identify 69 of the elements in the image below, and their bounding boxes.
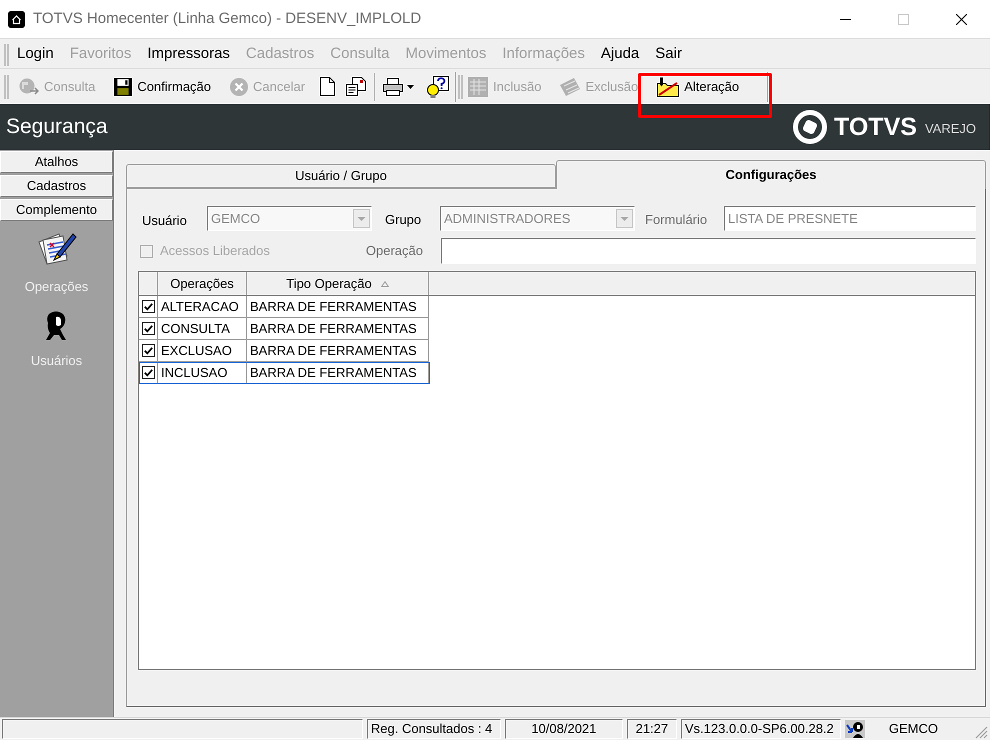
table-cell: BARRA DE FERRAMENTAS xyxy=(247,296,429,318)
checkbox-label: Acessos Liberados xyxy=(160,242,270,260)
person-icon xyxy=(44,310,68,340)
menu-item[interactable]: Ajuda xyxy=(592,43,648,66)
app-icon xyxy=(8,10,25,28)
table-cell: EXCLUSAO xyxy=(158,340,247,362)
toolbar-gripper[interactable] xyxy=(4,44,9,66)
table-cell: BARRA DE FERRAMENTAS xyxy=(247,318,429,340)
sidebar-section-button[interactable]: Complemento xyxy=(0,199,113,221)
sidebar-section-button[interactable]: Atalhos xyxy=(0,151,113,173)
table-cell: CONSULTA xyxy=(158,318,247,340)
cancel-icon xyxy=(230,78,248,96)
table-row[interactable]: CONSULTA BARRA DE FERRAMENTAS xyxy=(139,318,430,340)
status-panel: 10/08/2021 xyxy=(504,719,623,739)
checkbox[interactable] xyxy=(142,344,154,357)
brand-name: TOTVS xyxy=(834,114,917,140)
minimize-icon[interactable] xyxy=(840,18,850,20)
printer-icon xyxy=(383,78,404,96)
confirm-button[interactable]: Confirmação xyxy=(110,72,216,100)
globe-icon xyxy=(19,78,39,96)
check-icon xyxy=(144,302,152,310)
table-icon xyxy=(468,76,488,96)
brand-tagline: VAREJO xyxy=(924,122,976,135)
check-icon xyxy=(144,324,152,332)
resize-grip-icon[interactable] xyxy=(975,726,988,738)
tab[interactable]: Configurações xyxy=(556,160,986,189)
toolbar-gripper[interactable] xyxy=(4,74,9,98)
menu-item[interactable]: Impressoras xyxy=(139,43,238,66)
new-document-icon[interactable] xyxy=(320,77,336,96)
folder-pencil-icon xyxy=(657,76,680,96)
status-panel: Reg. Consultados : 4 xyxy=(366,719,501,739)
window-title: TOTVS Homecenter (Linha Gemco) - DESENV_IMPLOLD xyxy=(33,8,422,29)
checkbox[interactable] xyxy=(142,322,154,335)
table-row[interactable]: EXCLUSAO BARRA DE FERRAMENTAS xyxy=(139,340,430,362)
toolbar-gripper[interactable] xyxy=(458,74,464,98)
menu-item[interactable]: Sair xyxy=(647,43,690,66)
checkbox[interactable] xyxy=(142,366,154,379)
edit-button[interactable]: Alteração xyxy=(653,72,744,100)
status-panel: Vs.123.0.0.0-SP6.00.28.2 xyxy=(680,719,841,739)
checkbox[interactable] xyxy=(142,300,154,313)
check-icon xyxy=(144,368,152,376)
table-cell: BARRA DE FERRAMENTAS xyxy=(247,362,429,384)
user-name: GEMCO xyxy=(888,720,938,738)
status-panel: 21:27 xyxy=(626,719,677,739)
documents-pen-icon xyxy=(36,231,76,267)
document-icon[interactable] xyxy=(346,77,366,96)
field-label: Operação xyxy=(366,242,423,260)
logo-icon xyxy=(793,110,828,144)
field-label: Usuário xyxy=(142,212,188,230)
close-icon[interactable] xyxy=(956,14,966,24)
table-row[interactable]: INCLUSAO BARRA DE FERRAMENTAS xyxy=(139,362,430,384)
table-icon xyxy=(560,78,580,96)
field-label: Formulário xyxy=(645,210,708,229)
table-cell: ALTERACAO xyxy=(158,296,247,318)
table-cell: BARRA DE FERRAMENTAS xyxy=(247,340,429,362)
field-label: Grupo xyxy=(385,211,422,230)
tab[interactable]: Usuário / Grupo xyxy=(126,164,556,188)
caret-icon xyxy=(407,84,414,88)
help-icon[interactable] xyxy=(427,76,450,98)
section-title: Segurança xyxy=(6,114,108,140)
check-icon xyxy=(144,346,152,354)
column-header[interactable]: Operações xyxy=(158,272,247,295)
table-row[interactable]: ALTERACAO BARRA DE FERRAMENTAS xyxy=(139,296,430,318)
table-cell: INCLUSAO xyxy=(158,362,247,384)
input-field[interactable] xyxy=(441,238,976,264)
menu-item[interactable]: Login xyxy=(9,43,62,66)
sidebar-section-button[interactable]: Cadastros xyxy=(0,175,113,197)
column-header[interactable]: Tipo Operação xyxy=(247,272,429,295)
user-icon xyxy=(844,720,865,738)
